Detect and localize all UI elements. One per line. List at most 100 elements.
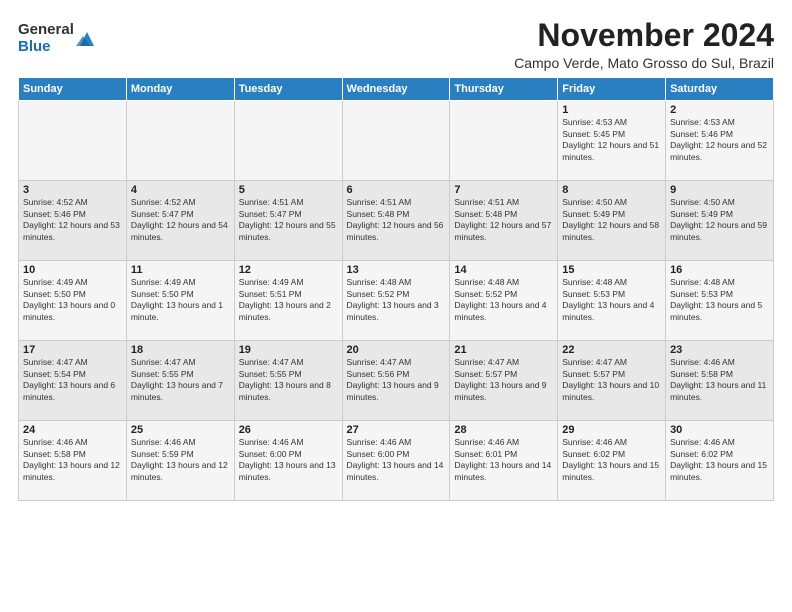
day-info: Sunrise: 4:51 AMSunset: 5:48 PMDaylight:… (347, 197, 446, 243)
day-number: 12 (239, 264, 338, 276)
col-friday: Friday (558, 78, 666, 101)
table-row: 24Sunrise: 4:46 AMSunset: 5:58 PMDayligh… (19, 421, 127, 501)
day-info: Sunrise: 4:49 AMSunset: 5:50 PMDaylight:… (131, 277, 230, 323)
day-info: Sunrise: 4:46 AMSunset: 5:58 PMDaylight:… (670, 357, 769, 403)
table-row: 5Sunrise: 4:51 AMSunset: 5:47 PMDaylight… (234, 181, 342, 261)
table-row (126, 101, 234, 181)
day-info: Sunrise: 4:53 AMSunset: 5:46 PMDaylight:… (670, 117, 769, 163)
day-info: Sunrise: 4:49 AMSunset: 5:51 PMDaylight:… (239, 277, 338, 323)
day-number: 6 (347, 184, 446, 196)
logo-icon (76, 28, 98, 50)
day-number: 30 (670, 424, 769, 436)
logo-blue: Blue (18, 39, 74, 56)
col-tuesday: Tuesday (234, 78, 342, 101)
location: Campo Verde, Mato Grosso do Sul, Brazil (514, 55, 774, 71)
table-row: 20Sunrise: 4:47 AMSunset: 5:56 PMDayligh… (342, 341, 450, 421)
day-number: 24 (23, 424, 122, 436)
day-info: Sunrise: 4:46 AMSunset: 6:00 PMDaylight:… (347, 437, 446, 483)
day-number: 4 (131, 184, 230, 196)
col-thursday: Thursday (450, 78, 558, 101)
table-row: 3Sunrise: 4:52 AMSunset: 5:46 PMDaylight… (19, 181, 127, 261)
table-row: 8Sunrise: 4:50 AMSunset: 5:49 PMDaylight… (558, 181, 666, 261)
day-info: Sunrise: 4:49 AMSunset: 5:50 PMDaylight:… (23, 277, 122, 323)
table-row: 15Sunrise: 4:48 AMSunset: 5:53 PMDayligh… (558, 261, 666, 341)
day-info: Sunrise: 4:46 AMSunset: 5:59 PMDaylight:… (131, 437, 230, 483)
day-info: Sunrise: 4:47 AMSunset: 5:55 PMDaylight:… (131, 357, 230, 403)
day-info: Sunrise: 4:46 AMSunset: 6:02 PMDaylight:… (670, 437, 769, 483)
table-row: 28Sunrise: 4:46 AMSunset: 6:01 PMDayligh… (450, 421, 558, 501)
table-row: 29Sunrise: 4:46 AMSunset: 6:02 PMDayligh… (558, 421, 666, 501)
day-info: Sunrise: 4:53 AMSunset: 5:45 PMDaylight:… (562, 117, 661, 163)
table-row: 14Sunrise: 4:48 AMSunset: 5:52 PMDayligh… (450, 261, 558, 341)
table-row: 30Sunrise: 4:46 AMSunset: 6:02 PMDayligh… (666, 421, 774, 501)
day-number: 18 (131, 344, 230, 356)
day-number: 16 (670, 264, 769, 276)
day-number: 1 (562, 104, 661, 116)
day-number: 7 (454, 184, 553, 196)
table-row (234, 101, 342, 181)
day-number: 8 (562, 184, 661, 196)
day-info: Sunrise: 4:48 AMSunset: 5:53 PMDaylight:… (670, 277, 769, 323)
day-info: Sunrise: 4:50 AMSunset: 5:49 PMDaylight:… (562, 197, 661, 243)
day-info: Sunrise: 4:48 AMSunset: 5:52 PMDaylight:… (454, 277, 553, 323)
table-row: 1Sunrise: 4:53 AMSunset: 5:45 PMDaylight… (558, 101, 666, 181)
table-row (342, 101, 450, 181)
page: General Blue November 2024 Campo Verde, … (0, 0, 792, 612)
day-info: Sunrise: 4:48 AMSunset: 5:53 PMDaylight:… (562, 277, 661, 323)
day-info: Sunrise: 4:46 AMSunset: 6:01 PMDaylight:… (454, 437, 553, 483)
table-row: 16Sunrise: 4:48 AMSunset: 5:53 PMDayligh… (666, 261, 774, 341)
day-number: 20 (347, 344, 446, 356)
day-number: 17 (23, 344, 122, 356)
header: General Blue November 2024 Campo Verde, … (18, 18, 774, 71)
table-row: 26Sunrise: 4:46 AMSunset: 6:00 PMDayligh… (234, 421, 342, 501)
day-number: 25 (131, 424, 230, 436)
day-number: 13 (347, 264, 446, 276)
table-row: 7Sunrise: 4:51 AMSunset: 5:48 PMDaylight… (450, 181, 558, 261)
day-number: 26 (239, 424, 338, 436)
day-info: Sunrise: 4:47 AMSunset: 5:57 PMDaylight:… (454, 357, 553, 403)
day-number: 3 (23, 184, 122, 196)
day-number: 21 (454, 344, 553, 356)
table-row: 12Sunrise: 4:49 AMSunset: 5:51 PMDayligh… (234, 261, 342, 341)
day-number: 11 (131, 264, 230, 276)
day-number: 14 (454, 264, 553, 276)
table-row: 6Sunrise: 4:51 AMSunset: 5:48 PMDaylight… (342, 181, 450, 261)
calendar-week-2: 3Sunrise: 4:52 AMSunset: 5:46 PMDaylight… (19, 181, 774, 261)
table-row: 10Sunrise: 4:49 AMSunset: 5:50 PMDayligh… (19, 261, 127, 341)
day-number: 2 (670, 104, 769, 116)
logo-text: General Blue (18, 22, 74, 55)
col-sunday: Sunday (19, 78, 127, 101)
day-info: Sunrise: 4:47 AMSunset: 5:56 PMDaylight:… (347, 357, 446, 403)
calendar-header-row: Sunday Monday Tuesday Wednesday Thursday… (19, 78, 774, 101)
table-row: 2Sunrise: 4:53 AMSunset: 5:46 PMDaylight… (666, 101, 774, 181)
logo: General Blue (18, 22, 98, 55)
day-number: 5 (239, 184, 338, 196)
table-row: 22Sunrise: 4:47 AMSunset: 5:57 PMDayligh… (558, 341, 666, 421)
calendar-week-3: 10Sunrise: 4:49 AMSunset: 5:50 PMDayligh… (19, 261, 774, 341)
table-row: 27Sunrise: 4:46 AMSunset: 6:00 PMDayligh… (342, 421, 450, 501)
day-number: 22 (562, 344, 661, 356)
day-number: 15 (562, 264, 661, 276)
calendar-table: Sunday Monday Tuesday Wednesday Thursday… (18, 77, 774, 501)
table-row: 17Sunrise: 4:47 AMSunset: 5:54 PMDayligh… (19, 341, 127, 421)
day-info: Sunrise: 4:47 AMSunset: 5:57 PMDaylight:… (562, 357, 661, 403)
day-number: 19 (239, 344, 338, 356)
day-info: Sunrise: 4:51 AMSunset: 5:47 PMDaylight:… (239, 197, 338, 243)
table-row (19, 101, 127, 181)
day-info: Sunrise: 4:46 AMSunset: 6:02 PMDaylight:… (562, 437, 661, 483)
calendar-week-5: 24Sunrise: 4:46 AMSunset: 5:58 PMDayligh… (19, 421, 774, 501)
col-saturday: Saturday (666, 78, 774, 101)
table-row: 13Sunrise: 4:48 AMSunset: 5:52 PMDayligh… (342, 261, 450, 341)
col-wednesday: Wednesday (342, 78, 450, 101)
table-row: 9Sunrise: 4:50 AMSunset: 5:49 PMDaylight… (666, 181, 774, 261)
day-number: 23 (670, 344, 769, 356)
day-number: 29 (562, 424, 661, 436)
month-year: November 2024 (514, 18, 774, 53)
table-row: 23Sunrise: 4:46 AMSunset: 5:58 PMDayligh… (666, 341, 774, 421)
day-info: Sunrise: 4:46 AMSunset: 5:58 PMDaylight:… (23, 437, 122, 483)
table-row: 4Sunrise: 4:52 AMSunset: 5:47 PMDaylight… (126, 181, 234, 261)
day-info: Sunrise: 4:52 AMSunset: 5:47 PMDaylight:… (131, 197, 230, 243)
col-monday: Monday (126, 78, 234, 101)
calendar-week-4: 17Sunrise: 4:47 AMSunset: 5:54 PMDayligh… (19, 341, 774, 421)
day-info: Sunrise: 4:48 AMSunset: 5:52 PMDaylight:… (347, 277, 446, 323)
